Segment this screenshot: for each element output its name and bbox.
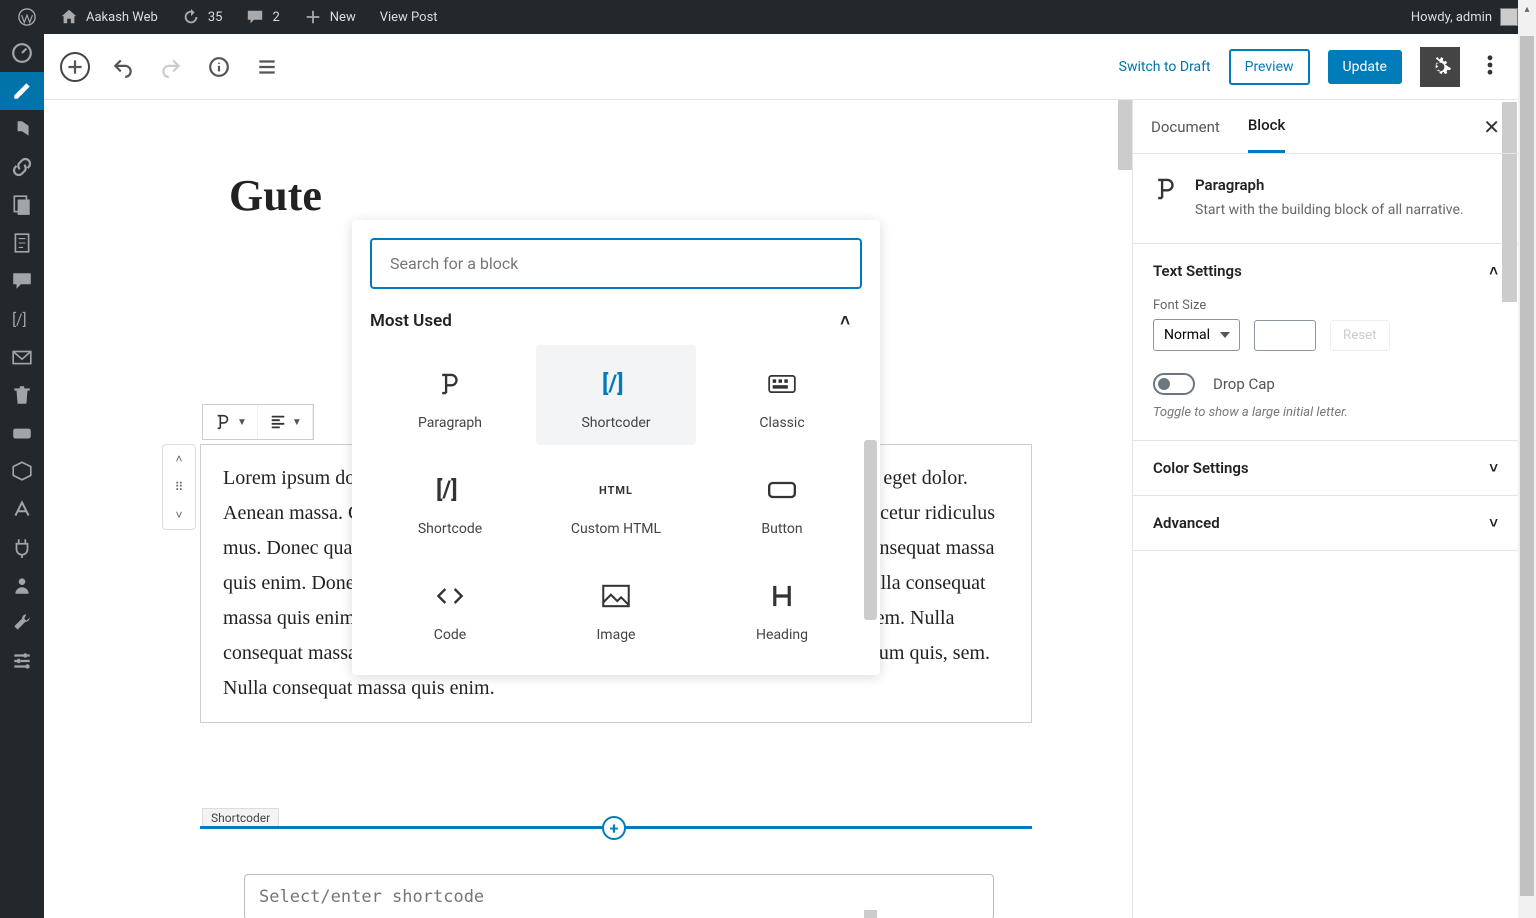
align-button[interactable]: ▼ [258, 405, 313, 439]
block-type-switcher[interactable]: ▼ [203, 405, 258, 439]
chevron-down-icon: ˅ [1489, 459, 1498, 477]
page-scrollbar[interactable]: ▴ [1518, 0, 1536, 918]
sidebar-item-posts[interactable] [0, 72, 44, 110]
sidebar-item-trash[interactable] [0, 376, 44, 414]
chevron-up-icon: ˄ [1489, 262, 1498, 280]
switch-to-draft[interactable]: Switch to Draft [1119, 59, 1211, 75]
sidebar-item-pages2[interactable] [0, 224, 44, 262]
add-block-button[interactable] [60, 52, 90, 82]
view-post[interactable]: View Post [370, 0, 448, 34]
settings-toggle[interactable] [1420, 47, 1460, 87]
block-info-desc: Start with the building block of all nar… [1195, 200, 1464, 221]
inserter-item-html[interactable]: HTMLCustom HTML [536, 451, 696, 551]
site-name[interactable]: Aakash Web [50, 0, 168, 34]
block-info-title: Paragraph [1195, 176, 1464, 194]
inserter-section-title: Most Used [370, 311, 452, 331]
sidebar-item-media[interactable] [0, 110, 44, 148]
drag-handle-icon[interactable]: ⠿ [163, 473, 195, 501]
avatar [1500, 8, 1518, 26]
sidebar-item-woo[interactable] [0, 414, 44, 452]
preview-button[interactable]: Preview [1229, 49, 1310, 85]
shortcode-input[interactable] [244, 874, 994, 918]
updates[interactable]: 35 [172, 0, 233, 34]
inserter-item-paragraph[interactable]: Paragraph [370, 345, 530, 445]
inserter-item-shortcoder[interactable]: [/]Shortcoder [536, 345, 696, 445]
drop-cap-toggle[interactable] [1153, 373, 1195, 395]
howdy-user[interactable]: Howdy, admin [1401, 0, 1528, 34]
block-inserter: Most Used ˄ Paragraph [/]Shortcoder Clas… [352, 220, 880, 675]
settings-sidebar: Document Block ✕ Paragraph Start with th… [1132, 100, 1518, 918]
sidebar-item-settings[interactable] [0, 642, 44, 680]
post-title[interactable]: Gute [229, 170, 1118, 221]
inserter-item-classic[interactable]: Classic [702, 345, 862, 445]
shortcoder-block: Select shortcode [244, 874, 994, 918]
block-toolbar: ▼ ▼ [202, 404, 314, 440]
panel-text-settings[interactable]: Text Settings˄ [1133, 244, 1518, 298]
sidebar-item-products[interactable] [0, 452, 44, 490]
svg-text:[/]: [/] [12, 311, 27, 329]
font-size-label: Font Size [1153, 298, 1498, 313]
font-size-custom[interactable] [1254, 320, 1316, 351]
inserter-item-heading[interactable]: Heading [702, 557, 862, 657]
paragraph-icon [1153, 176, 1179, 202]
inserter-search-input[interactable] [370, 238, 862, 289]
close-panel-button[interactable]: ✕ [1483, 115, 1500, 139]
inserter-item-code[interactable]: Code [370, 557, 530, 657]
sidebar-item-comments[interactable] [0, 262, 44, 300]
insert-block-plus[interactable]: + [602, 816, 626, 840]
move-down-icon[interactable]: ˅ [163, 501, 195, 529]
editor-header: Switch to Draft Preview Update [44, 34, 1518, 100]
new-content[interactable]: New [294, 0, 366, 34]
comments[interactable]: 2 [236, 0, 289, 34]
sidebar-item-tools[interactable] [0, 604, 44, 642]
inserter-item-image[interactable]: Image [536, 557, 696, 657]
sidebar-item-contact[interactable] [0, 338, 44, 376]
tab-document[interactable]: Document [1151, 102, 1220, 152]
block-mover[interactable]: ˄ ⠿ ˅ [162, 444, 196, 530]
svg-text:[/]: [/] [602, 371, 624, 397]
redo-button[interactable] [156, 52, 186, 82]
admin-sidebar: [/] [0, 34, 44, 918]
inserter-item-button[interactable]: Button [702, 451, 862, 551]
svg-text:[/]: [/] [436, 477, 458, 503]
font-size-reset[interactable]: Reset [1330, 320, 1390, 351]
sidebar-item-dashboard[interactable] [0, 34, 44, 72]
admin-bar: Aakash Web 35 2 New View Post Howdy, adm… [0, 0, 1536, 34]
drop-cap-help: Toggle to show a large initial letter. [1153, 405, 1498, 420]
update-button[interactable]: Update [1328, 50, 1402, 84]
sidebar-item-pages[interactable] [0, 186, 44, 224]
panel-advanced[interactable]: Advanced˅ [1133, 496, 1518, 550]
chevron-up-icon[interactable]: ˄ [840, 311, 850, 331]
sidebar-item-links[interactable] [0, 148, 44, 186]
info-button[interactable] [204, 52, 234, 82]
tab-block[interactable]: Block [1248, 100, 1285, 153]
inserter-scrollbar-end[interactable] [864, 910, 877, 918]
panel-color-settings[interactable]: Color Settings˅ [1133, 441, 1518, 495]
workspace: Switch to Draft Preview Update Gute ▼ ▼ … [44, 34, 1518, 918]
chevron-down-icon: ˅ [1489, 514, 1498, 532]
drop-cap-label: Drop Cap [1213, 375, 1275, 393]
font-size-select[interactable]: Normal [1153, 319, 1240, 351]
editor-canvas: Gute ▼ ▼ ˄ ⠿ ˅ Lorem ipsum dolor sit ame… [44, 100, 1118, 918]
sidebar-item-shortcoder[interactable]: [/] [0, 300, 44, 338]
shortcoder-tooltip: Shortcoder [202, 808, 279, 828]
sidebar-item-plugins[interactable] [0, 528, 44, 566]
more-menu[interactable] [1478, 53, 1502, 81]
wp-logo[interactable] [8, 0, 46, 34]
move-up-icon[interactable]: ˄ [163, 445, 195, 473]
outline-button[interactable] [252, 52, 282, 82]
sidebar-item-users[interactable] [0, 566, 44, 604]
undo-button[interactable] [108, 52, 138, 82]
sidebar-item-appearance[interactable] [0, 490, 44, 528]
inserter-item-shortcode[interactable]: [/]Shortcode [370, 451, 530, 551]
inserter-scrollbar[interactable] [864, 440, 877, 620]
